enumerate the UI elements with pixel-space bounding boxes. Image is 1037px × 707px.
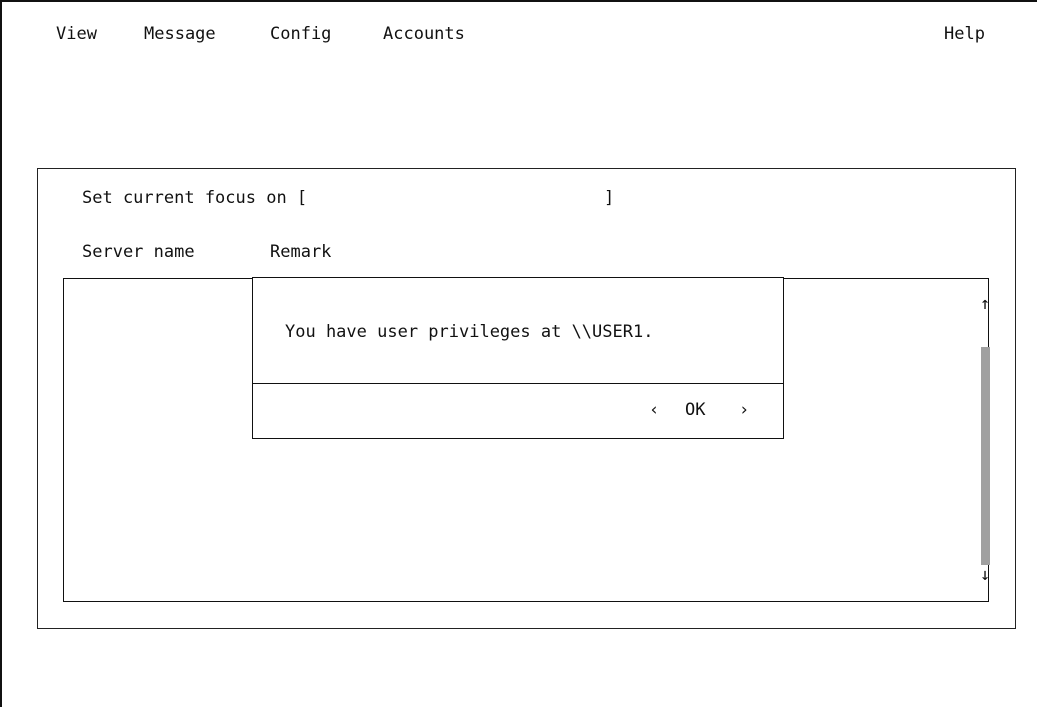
- ok-left-bracket: ‹: [649, 400, 660, 420]
- ok-right-bracket: ›: [739, 400, 750, 420]
- message-dialog: You have user privileges at \\USER1. ‹ O…: [252, 277, 784, 439]
- ok-button-label: OK: [685, 400, 706, 420]
- dialog-divider: [253, 383, 783, 384]
- focus-label: Set current focus on [: [82, 188, 308, 208]
- menu-view[interactable]: View: [56, 24, 97, 44]
- ok-button[interactable]: ‹ OK ›: [643, 400, 761, 422]
- menu-accounts[interactable]: Accounts: [383, 24, 465, 44]
- column-header-remark: Remark: [270, 242, 332, 262]
- column-header-server-name: Server name: [82, 242, 195, 262]
- scrollbar-track[interactable]: [981, 347, 990, 565]
- dialog-message: You have user privileges at \\USER1.: [285, 322, 654, 342]
- menu-message[interactable]: Message: [144, 24, 216, 44]
- scroll-down-arrow-icon[interactable]: ↓: [979, 567, 991, 584]
- scroll-up-arrow-icon[interactable]: ↑: [979, 296, 991, 313]
- menu-config[interactable]: Config: [270, 24, 331, 44]
- menu-help[interactable]: Help: [944, 24, 985, 44]
- focus-close-bracket: ]: [604, 188, 615, 208]
